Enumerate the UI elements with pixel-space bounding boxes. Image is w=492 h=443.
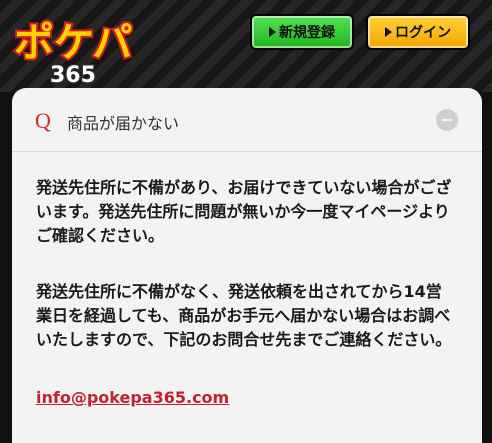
play-arrow-icon (269, 27, 276, 37)
register-button[interactable]: 新規登録 (250, 14, 354, 50)
question-marker: Q (35, 108, 51, 133)
logo-subtext: 365 (50, 63, 96, 88)
register-label: 新規登録 (279, 25, 335, 41)
logo-text: ポケパ (14, 20, 132, 66)
question-text: 商品が届かない (67, 114, 180, 133)
play-arrow-icon (385, 27, 392, 37)
answer-paragraph-2: 発送先住所に不備がなく、発送依頼を出されてから14営業日を経過しても、商品がお手… (36, 282, 452, 349)
answer-paragraph-1: 発送先住所に不備があり、お届けできていない場合がございます。発送先住所に問題が無… (36, 178, 452, 245)
collapse-minus-icon[interactable] (436, 109, 458, 131)
faq-card: Q 商品が届かない 発送先住所に不備があり、お届けできていない場合がございます。… (12, 88, 482, 443)
login-button[interactable]: ログイン (366, 14, 470, 50)
faq-question-row[interactable]: Q 商品が届かない (12, 88, 482, 152)
contact-email-link[interactable]: info@pokepa365.com (36, 388, 229, 407)
site-header: ポケパ 365 新規登録 ログイン (0, 0, 492, 92)
login-label: ログイン (395, 25, 451, 41)
site-logo[interactable]: ポケパ 365 (10, 8, 160, 88)
